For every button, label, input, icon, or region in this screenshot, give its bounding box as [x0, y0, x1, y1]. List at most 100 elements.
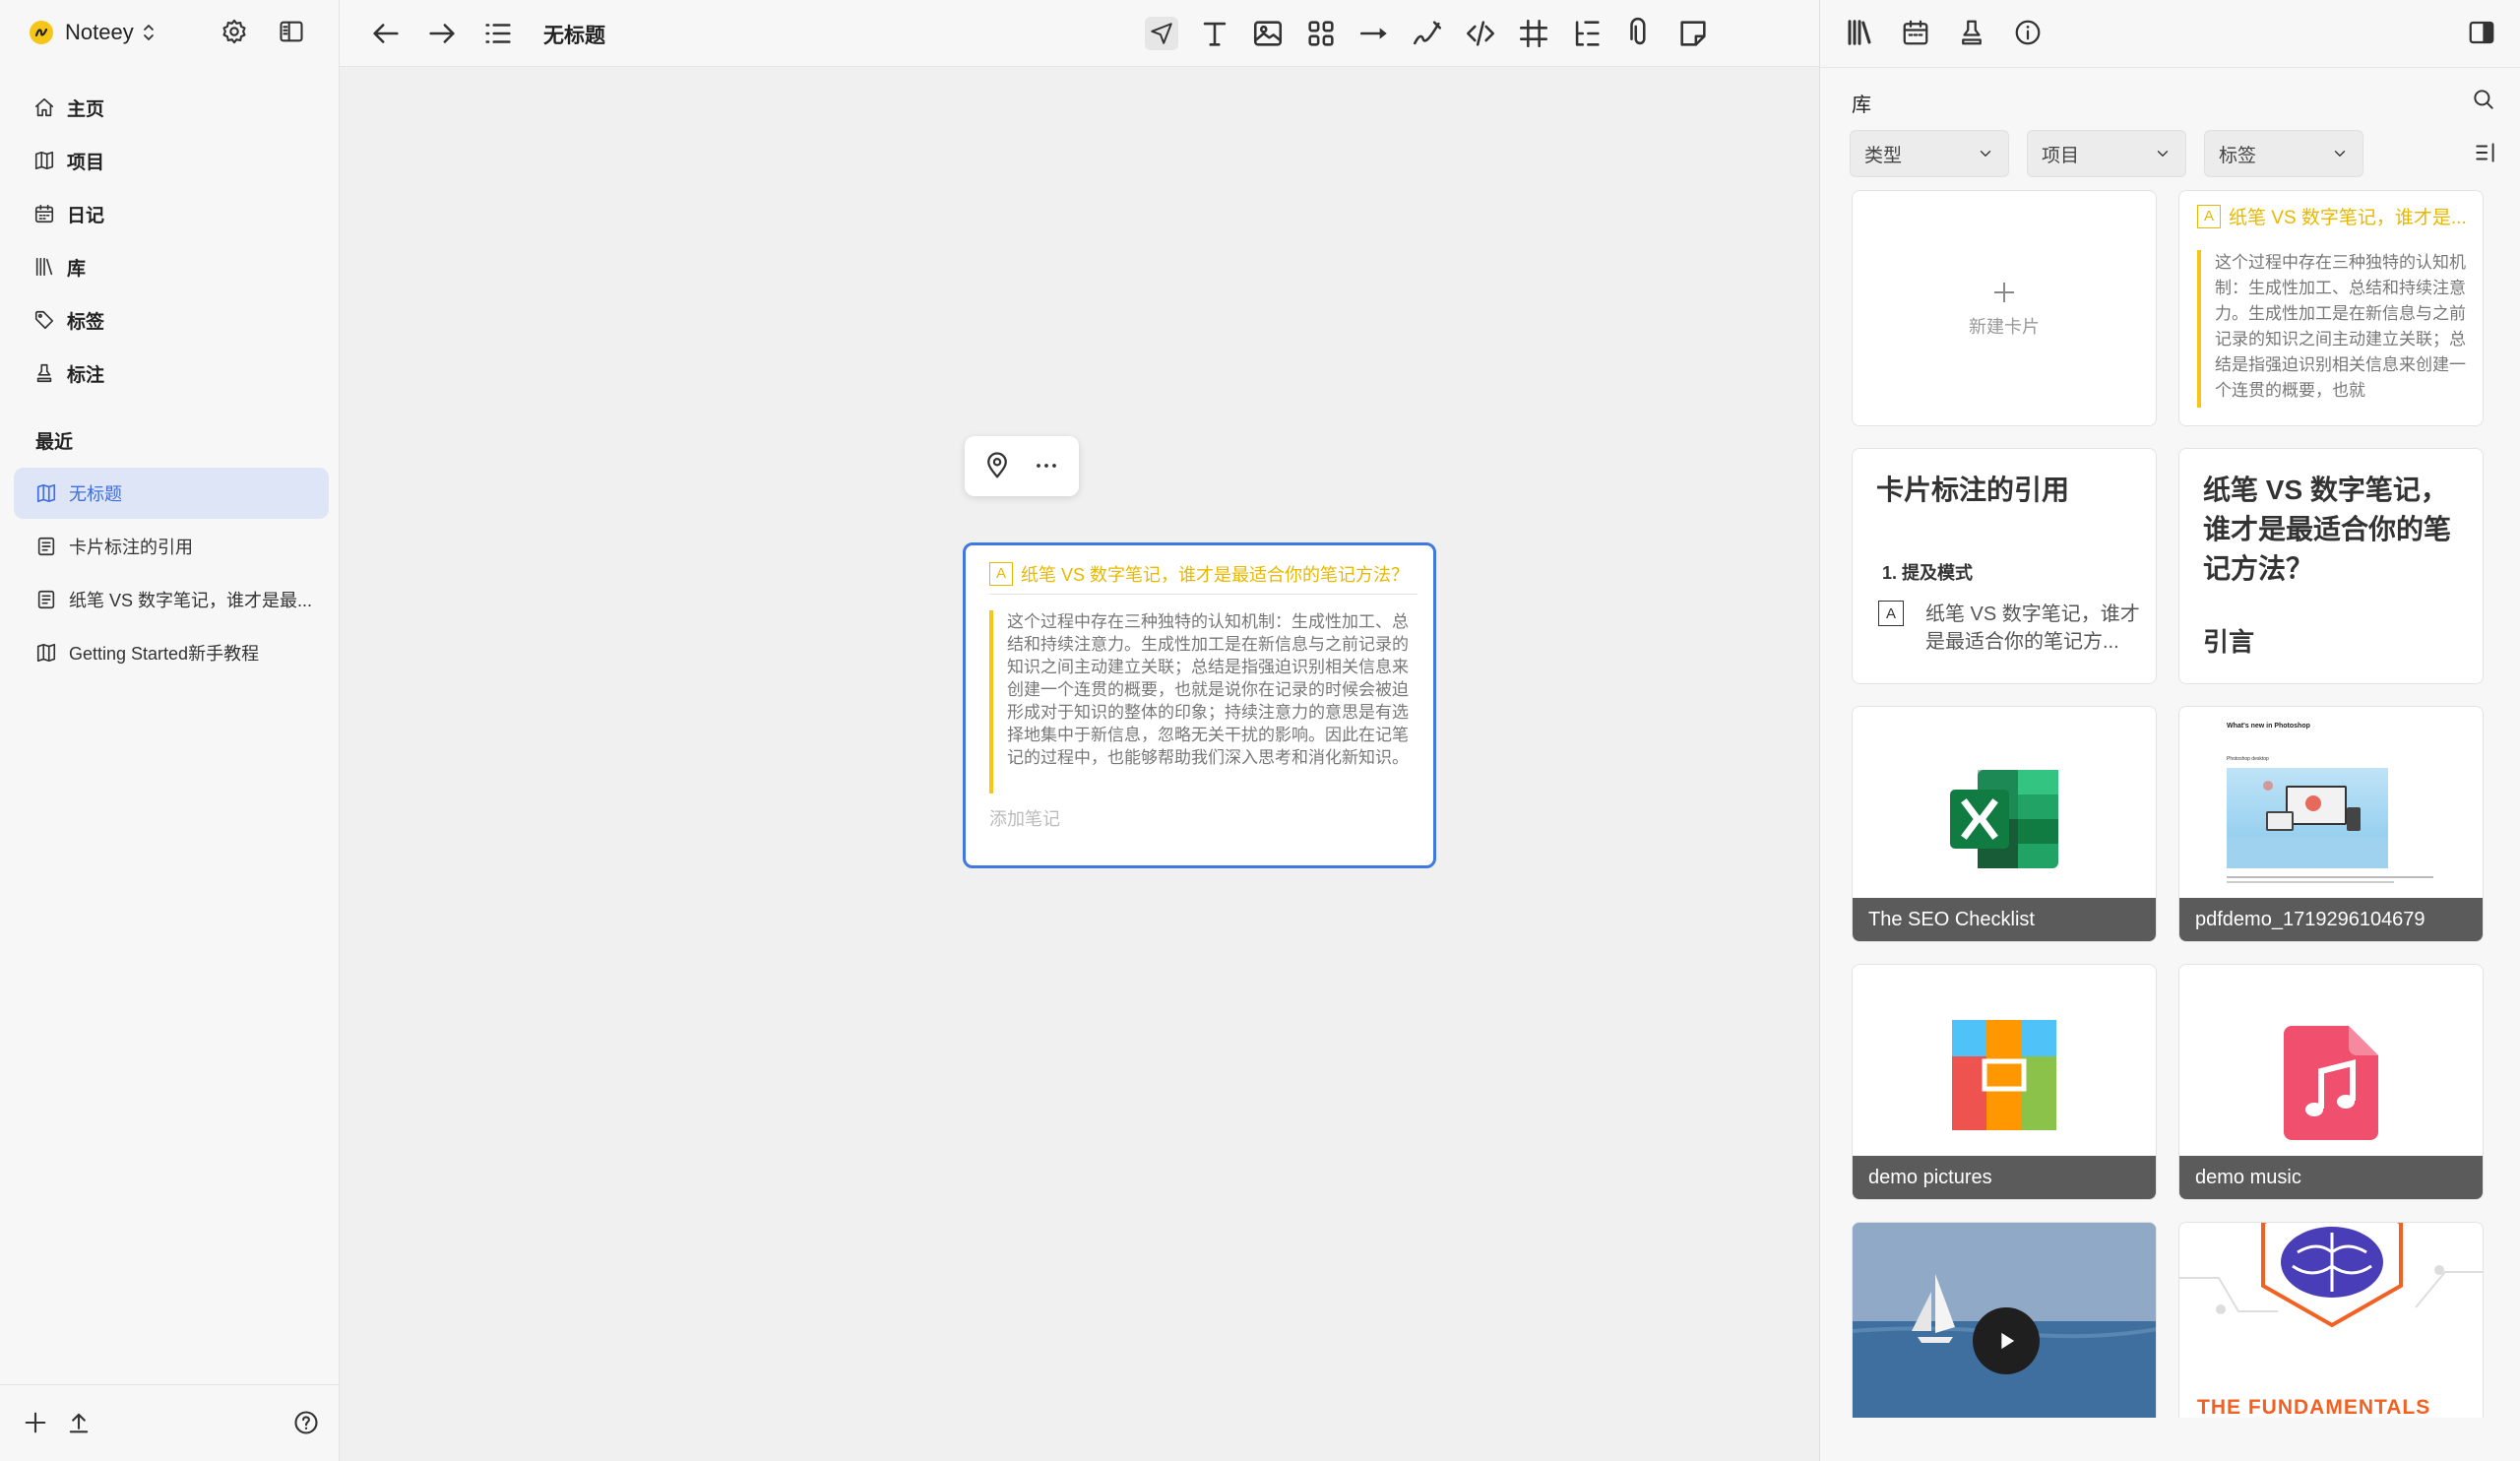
- location-pin-icon[interactable]: [982, 450, 1012, 481]
- image-tool-icon[interactable]: [1251, 17, 1285, 50]
- file-name: demo pictures: [1853, 1156, 2156, 1199]
- plus-icon: [1989, 278, 2019, 307]
- recent-item-getting-started[interactable]: Getting Started新手教程: [14, 627, 329, 678]
- library-title: 库: [1852, 95, 1871, 116]
- highlighter-icon: [33, 362, 55, 384]
- sort-icon[interactable]: [2473, 140, 2498, 165]
- filter-tag-select[interactable]: 标签: [2204, 130, 2363, 177]
- nav-home[interactable]: 主页: [33, 91, 104, 124]
- nav-tags[interactable]: 标签: [33, 303, 104, 337]
- filter-type-select[interactable]: 类型: [1850, 130, 2009, 177]
- text-tool-icon[interactable]: [1198, 17, 1231, 50]
- filter-label: 类型: [1864, 145, 1903, 166]
- workspace-switcher[interactable]: Noteey: [30, 16, 156, 49]
- upload-icon[interactable]: [65, 1409, 93, 1436]
- shapes-tool-icon[interactable]: [1304, 17, 1338, 50]
- annotation-source-title[interactable]: 纸笔 VS 数字笔记，谁才是最适合你的笔记方法？: [1021, 561, 1409, 587]
- document-title[interactable]: 无标题: [543, 20, 605, 49]
- recent-item-card-refs[interactable]: 卡片标注的引用: [14, 521, 329, 572]
- add-note-input[interactable]: 添加笔记: [989, 805, 1060, 831]
- info-tab-icon[interactable]: [2013, 18, 2043, 47]
- annotation-card-header: A 纸笔 VS 数字笔记，谁才是最适合你的笔记方法？: [989, 559, 1418, 595]
- video-card[interactable]: [1852, 1222, 2157, 1418]
- annotation-badge: A: [1878, 601, 1904, 626]
- new-card-button[interactable]: 新建卡片: [1852, 190, 2157, 426]
- select-tool-icon[interactable]: [1145, 17, 1178, 50]
- ref-doc-reference: A 纸笔 VS 数字笔记，谁才是最适合你的笔记方...: [1878, 601, 2142, 656]
- file-card-pictures[interactable]: demo pictures: [1852, 964, 2157, 1200]
- file-card-seo[interactable]: The SEO Checklist: [1852, 706, 2157, 942]
- calendar-tab-icon[interactable]: [1901, 18, 1930, 47]
- toggle-right-panel-icon[interactable]: [2467, 18, 2496, 47]
- nav-projects[interactable]: 项目: [33, 144, 104, 177]
- play-icon[interactable]: [1973, 1307, 2040, 1374]
- tag-icon: [33, 309, 55, 331]
- panel-divider: [1820, 67, 2520, 68]
- search-icon[interactable]: [2471, 87, 2496, 112]
- quote-card-title: 纸笔 VS 数字笔记，谁才是...: [2229, 208, 2467, 228]
- sticky-note-icon[interactable]: [1676, 17, 1710, 50]
- file-name: demo music: [2179, 1156, 2483, 1199]
- recent-label: 纸笔 VS 数字笔记，谁才是最...: [69, 591, 313, 610]
- outline-icon[interactable]: [481, 17, 515, 50]
- nav-journal[interactable]: 日记: [33, 197, 104, 230]
- forward-icon[interactable]: [425, 17, 459, 50]
- nav-label: 日记: [67, 205, 105, 226]
- help-icon[interactable]: [292, 1409, 320, 1436]
- brain-illustration: [2179, 1223, 2483, 1328]
- recent-item-paper-vs-digital[interactable]: 纸笔 VS 数字笔记，谁才是最...: [14, 574, 329, 625]
- editor-toolbar: 无标题: [340, 0, 1819, 67]
- filter-project-select[interactable]: 项目: [2027, 130, 2186, 177]
- home-icon: [33, 96, 55, 118]
- pdf-preview-text-lines: [2227, 876, 2443, 890]
- code-tool-icon[interactable]: [1464, 17, 1497, 50]
- back-icon[interactable]: [369, 17, 403, 50]
- outline-tool-icon[interactable]: [1570, 17, 1604, 50]
- arrow-tool-icon[interactable]: [1357, 17, 1391, 50]
- annotation-badge: A: [989, 561, 1013, 586]
- ref-doc-card[interactable]: 卡片标注的引用 1. 提及模式 A 纸笔 VS 数字笔记，谁才是最适合你的笔记方…: [1852, 448, 2157, 684]
- add-icon[interactable]: [22, 1409, 49, 1436]
- ref-doc-reference-text: 纸笔 VS 数字笔记，谁才是最适合你的笔记方...: [1925, 603, 2140, 653]
- quote-card-body: 这个过程中存在三种独特的认知机制：生成性加工、总结和持续注意力。生成性加工是在新…: [2197, 250, 2473, 408]
- ref-doc-list-item: 1. 提及模式: [1882, 563, 1974, 583]
- highlighter-tab-icon[interactable]: [1957, 18, 1986, 47]
- image-card-fundamentals[interactable]: THE FUNDAMENTALS: [2178, 1222, 2484, 1418]
- nav-label: 标签: [67, 311, 105, 333]
- nav-label: 标注: [67, 364, 105, 386]
- recent-label: 无标题: [69, 484, 122, 504]
- pdf-preview-subheading: Photoshop desktop: [2227, 756, 2269, 762]
- chevron-down-icon: [1977, 145, 1994, 162]
- file-card-music[interactable]: demo music: [2178, 964, 2484, 1200]
- file-name: pdfdemo_1719296104679: [2179, 898, 2483, 941]
- quote-card-header: A 纸笔 VS 数字笔记，谁才是...: [2197, 203, 2467, 229]
- excel-icon: [1950, 770, 2058, 868]
- app-logo: [30, 21, 53, 44]
- calendar-icon: [33, 203, 55, 224]
- attachment-icon[interactable]: [1623, 17, 1657, 50]
- recent-item-untitled[interactable]: 无标题: [14, 468, 329, 519]
- annotation-card[interactable]: A 纸笔 VS 数字笔记，谁才是最适合你的笔记方法？ 这个过程中存在三种独特的认…: [963, 542, 1436, 868]
- frame-tool-icon[interactable]: [1517, 17, 1550, 50]
- nav-annotations[interactable]: 标注: [33, 356, 104, 390]
- recent-label: Getting Started新手教程: [69, 644, 260, 664]
- nav-library[interactable]: 库: [33, 250, 86, 284]
- pen-tool-icon[interactable]: [1411, 17, 1444, 50]
- filter-label: 项目: [2042, 145, 2080, 166]
- more-options-icon[interactable]: [1030, 450, 1063, 481]
- music-icon: [2284, 1026, 2378, 1140]
- app-name: Noteey: [65, 20, 134, 44]
- toggle-sidebar-icon[interactable]: [278, 18, 305, 45]
- library-tab-icon[interactable]: [1845, 18, 1874, 47]
- nav-label: 主页: [67, 98, 105, 120]
- doc-card[interactable]: 纸笔 VS 数字笔记，谁才是最适合你的笔记方法？ 引言: [2178, 448, 2484, 684]
- file-card-pdf[interactable]: What's new in Photoshop Photoshop deskto…: [2178, 706, 2484, 942]
- ref-doc-title: 卡片标注的引用: [1876, 475, 2070, 505]
- doc-card-title: 纸笔 VS 数字笔记，谁才是最适合你的笔记方法？: [2203, 475, 2452, 584]
- settings-icon[interactable]: [220, 18, 248, 45]
- nav-label: 库: [67, 258, 87, 280]
- recent-label: 卡片标注的引用: [69, 538, 193, 557]
- quote-card[interactable]: A 纸笔 VS 数字笔记，谁才是... 这个过程中存在三种独特的认知机制：生成性…: [2178, 190, 2484, 426]
- library-icon: [33, 256, 55, 278]
- annotation-badge: A: [2197, 204, 2221, 228]
